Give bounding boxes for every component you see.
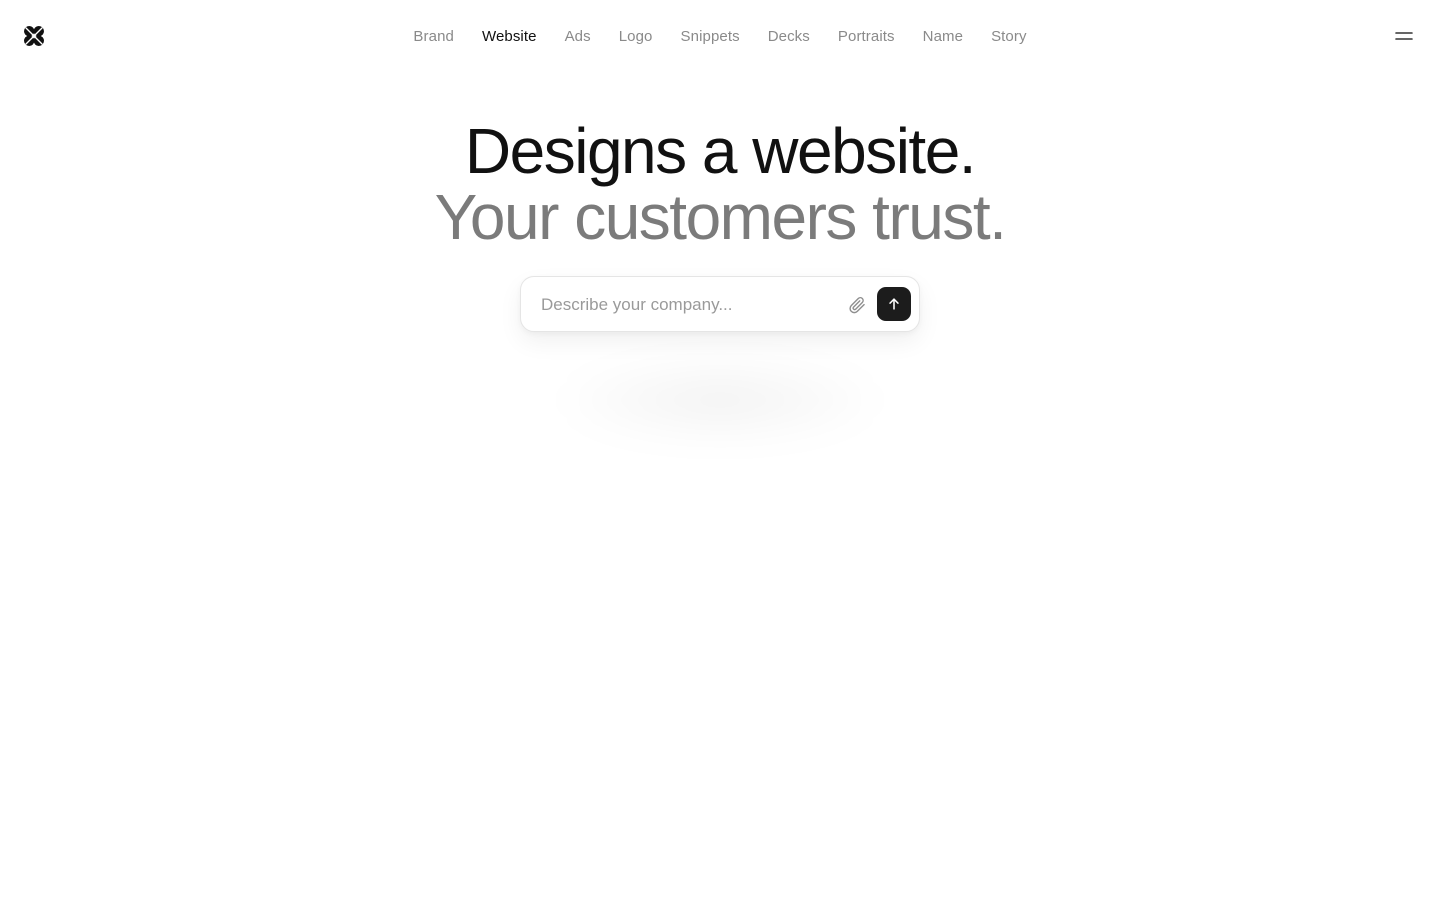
arrow-up-icon [889, 298, 899, 310]
nav-name[interactable]: Name [923, 28, 963, 45]
hero-headline: Designs a website. [464, 115, 977, 187]
hero: Designs a website. Your customers trust. [0, 118, 1440, 250]
nav-ads[interactable]: Ads [565, 28, 591, 45]
hero-subheadline: Your customers trust. [434, 181, 1007, 253]
nav-decks[interactable]: Decks [768, 28, 810, 45]
nav-story[interactable]: Story [991, 28, 1027, 45]
company-description-input[interactable] [541, 293, 841, 317]
main-nav: Brand Website Ads Logo Snippets Decks Po… [0, 23, 1440, 49]
prompt-glow [560, 360, 880, 440]
nav-portraits[interactable]: Portraits [838, 28, 895, 45]
nav-snippets[interactable]: Snippets [681, 28, 740, 45]
nav-brand[interactable]: Brand [413, 28, 454, 45]
hamburger-menu-icon[interactable] [1394, 28, 1414, 44]
nav-logo[interactable]: Logo [619, 28, 653, 45]
page: Brand Website Ads Logo Snippets Decks Po… [0, 0, 1440, 900]
prompt-box [520, 276, 920, 332]
nav-website[interactable]: Website [482, 28, 537, 45]
send-button[interactable] [877, 287, 911, 321]
paperclip-icon[interactable] [847, 295, 867, 315]
